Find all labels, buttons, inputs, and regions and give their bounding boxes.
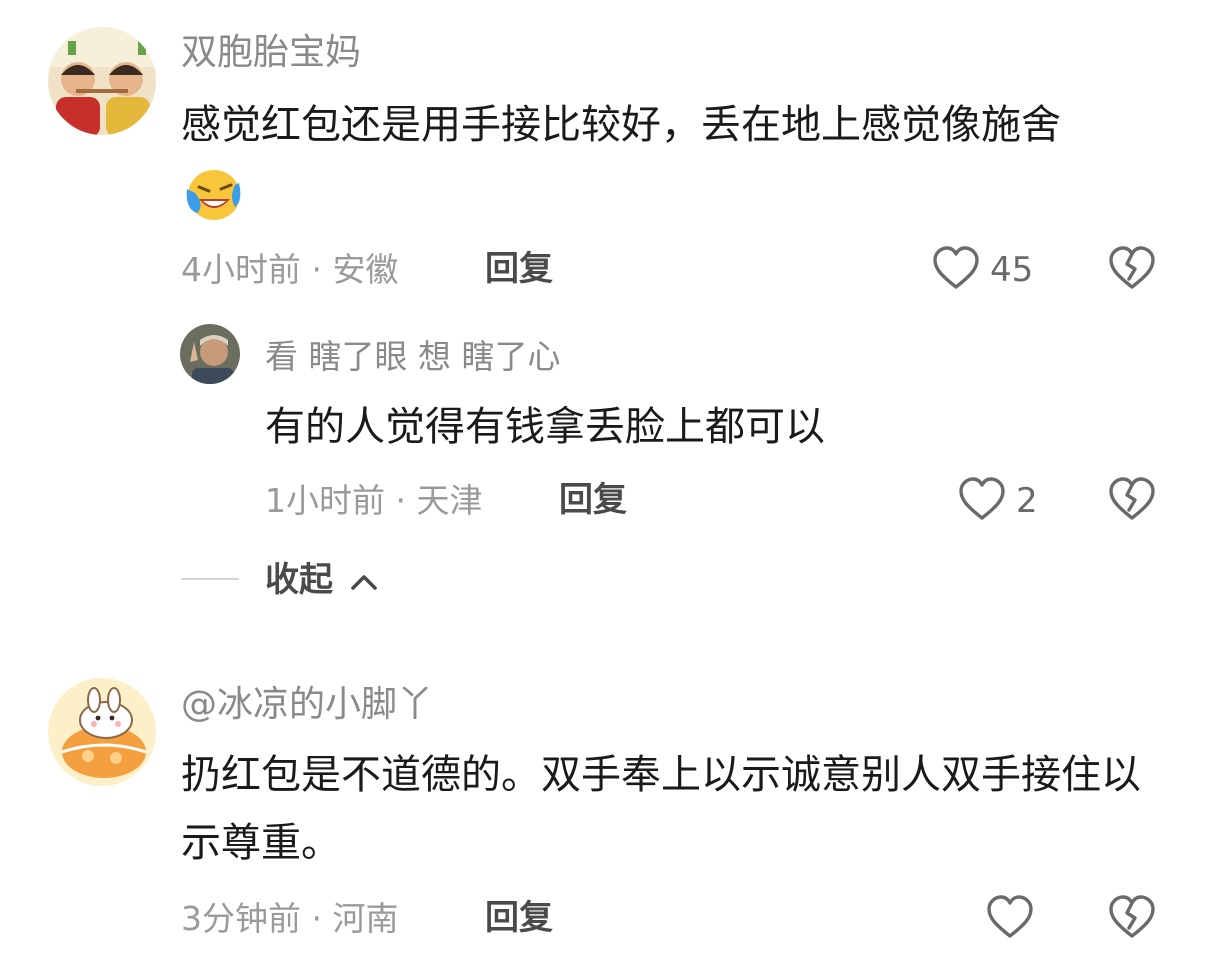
heart-outline-icon[interactable] (932, 245, 980, 291)
comment-time: 4小时前 (181, 250, 301, 289)
comment-username[interactable]: 双胞胎宝妈 (181, 31, 361, 75)
reply-location: 天津 (416, 481, 483, 520)
collapse-divider (181, 578, 239, 580)
avatar-bunny-image (48, 678, 156, 786)
comment-location: 河南 (332, 899, 399, 938)
reply-time: 1小时前 (265, 481, 385, 520)
collapse-label: 收起 (265, 560, 333, 600)
comment-text: 扔红包是不道德的。双手奉上以示诚意别人双手接住以示尊重。 (181, 752, 1141, 866)
reply-username[interactable]: 看 瞎了眼 想 瞎了心 (265, 335, 560, 379)
avatar[interactable] (48, 27, 156, 135)
comment-meta: 3分钟前 · 河南 (181, 899, 398, 939)
broken-heart-icon[interactable] (1108, 245, 1156, 291)
avatar[interactable] (180, 324, 240, 384)
reply-button[interactable]: 回复 (485, 898, 553, 938)
broken-heart-icon[interactable] (1108, 894, 1156, 940)
broken-heart-icon[interactable] (1108, 476, 1156, 522)
comment-text: 感觉红包还是用手接比较好，丢在地上感觉像施舍 (181, 102, 1061, 148)
comment-location: 安徽 (332, 250, 399, 289)
reply-button[interactable]: 回复 (485, 249, 553, 289)
comment-username[interactable]: @冰凉的小脚丫 (181, 683, 433, 727)
chevron-up-icon (349, 571, 379, 593)
collapse-replies-button[interactable]: 收起 (265, 560, 379, 600)
like-count: 2 (1016, 481, 1038, 521)
avatar-man-image (180, 324, 240, 384)
comment-time: 3分钟前 (181, 899, 301, 938)
reply-button[interactable]: 回复 (559, 480, 627, 520)
avatar[interactable] (48, 678, 156, 786)
reply-text: 有的人觉得有钱拿丢脸上都可以 (265, 404, 825, 450)
meta-separator: · (301, 250, 333, 289)
laughing-crying-emoji-icon (183, 165, 243, 223)
heart-outline-icon[interactable] (958, 476, 1006, 522)
meta-separator: · (301, 899, 333, 938)
meta-separator: · (385, 481, 417, 520)
avatar-twins-image (48, 27, 156, 135)
like-count: 45 (990, 250, 1034, 290)
reply-meta: 1小时前 · 天津 (265, 481, 482, 521)
heart-outline-icon[interactable] (986, 894, 1034, 940)
comment-meta: 4小时前 · 安徽 (181, 250, 398, 290)
